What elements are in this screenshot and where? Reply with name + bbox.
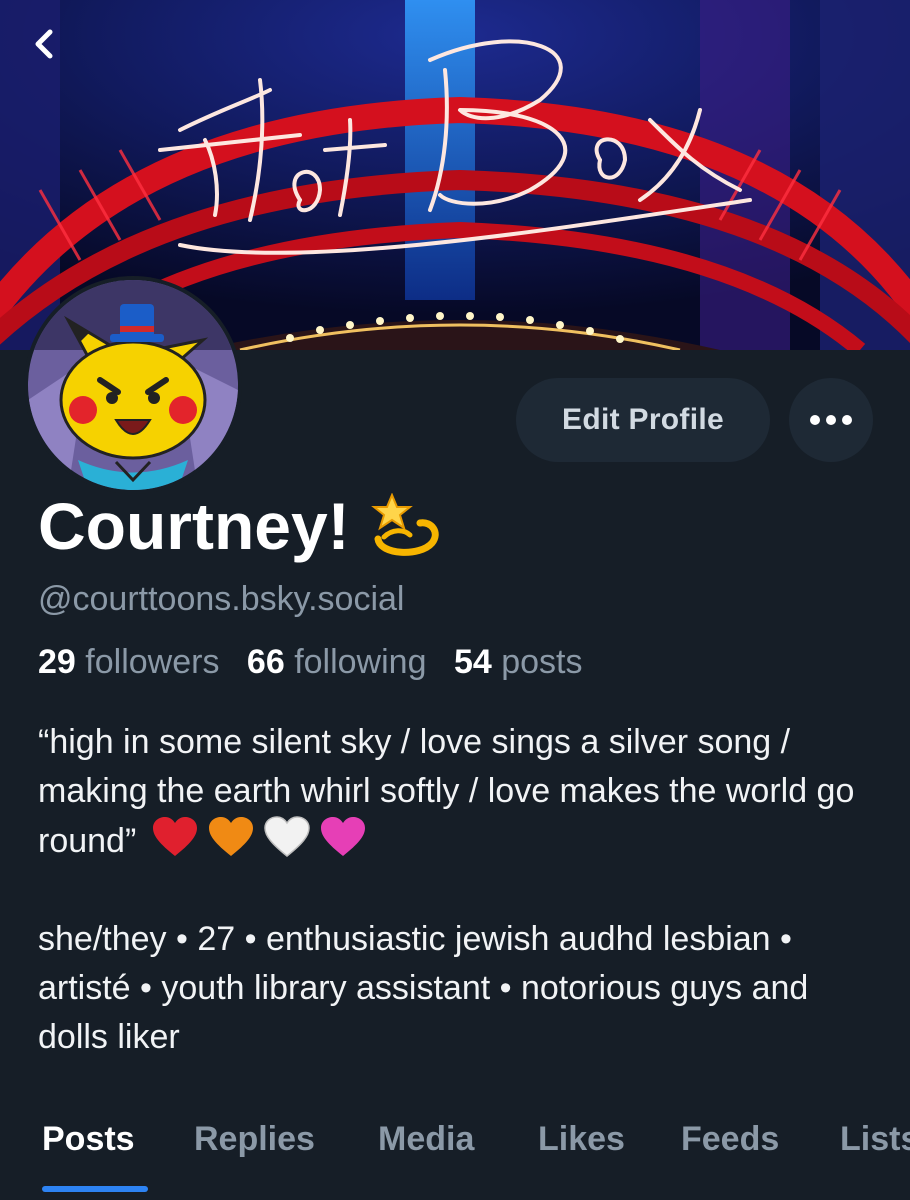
back-button[interactable]: [22, 22, 66, 66]
display-name: Courtney!: [38, 488, 440, 564]
followers-count: 29: [38, 643, 76, 681]
display-name-text: Courtney!: [38, 489, 350, 563]
chevron-left-icon: [35, 29, 53, 59]
tab-likes[interactable]: Likes: [538, 1120, 625, 1159]
bio-details: she/they • 27 • enthusiastic jewish audh…: [38, 920, 809, 1056]
posts-stat: 54 posts: [454, 643, 583, 681]
active-tab-indicator: [42, 1186, 148, 1192]
heart-icon: [264, 816, 311, 857]
heart-icon: [321, 817, 366, 856]
more-options-button[interactable]: [789, 378, 873, 462]
avatar-image: [28, 280, 238, 490]
ellipsis-icon: [810, 415, 852, 425]
following-link[interactable]: 66 following: [247, 643, 427, 681]
edit-profile-button[interactable]: Edit Profile: [516, 378, 770, 462]
profile-bio: “high in some silent sky / love sings a …: [38, 718, 878, 1062]
bio-quote-paragraph: “high in some silent sky / love sings a …: [38, 718, 878, 866]
tab-replies[interactable]: Replies: [194, 1120, 315, 1159]
followers-link[interactable]: 29 followers: [38, 643, 219, 681]
tab-lists[interactable]: Lists: [840, 1120, 910, 1159]
profile-handle: @courttoons.bsky.social: [38, 580, 405, 618]
followers-label: followers: [85, 643, 220, 681]
posts-count: 54: [453, 643, 492, 681]
posts-label: posts: [501, 643, 583, 681]
heart-icon: [153, 817, 198, 856]
heart-emojis: [152, 816, 366, 858]
profile-stats: 29 followers 66 following 54 posts: [38, 643, 583, 682]
avatar[interactable]: [24, 276, 242, 494]
following-count: 66: [246, 643, 285, 681]
tab-media[interactable]: Media: [378, 1120, 474, 1159]
tab-posts[interactable]: Posts: [42, 1120, 135, 1159]
dizzy-star-icon: [370, 493, 439, 556]
heart-icon: [209, 817, 254, 856]
following-label: following: [294, 643, 427, 681]
tab-feeds[interactable]: Feeds: [681, 1120, 779, 1159]
